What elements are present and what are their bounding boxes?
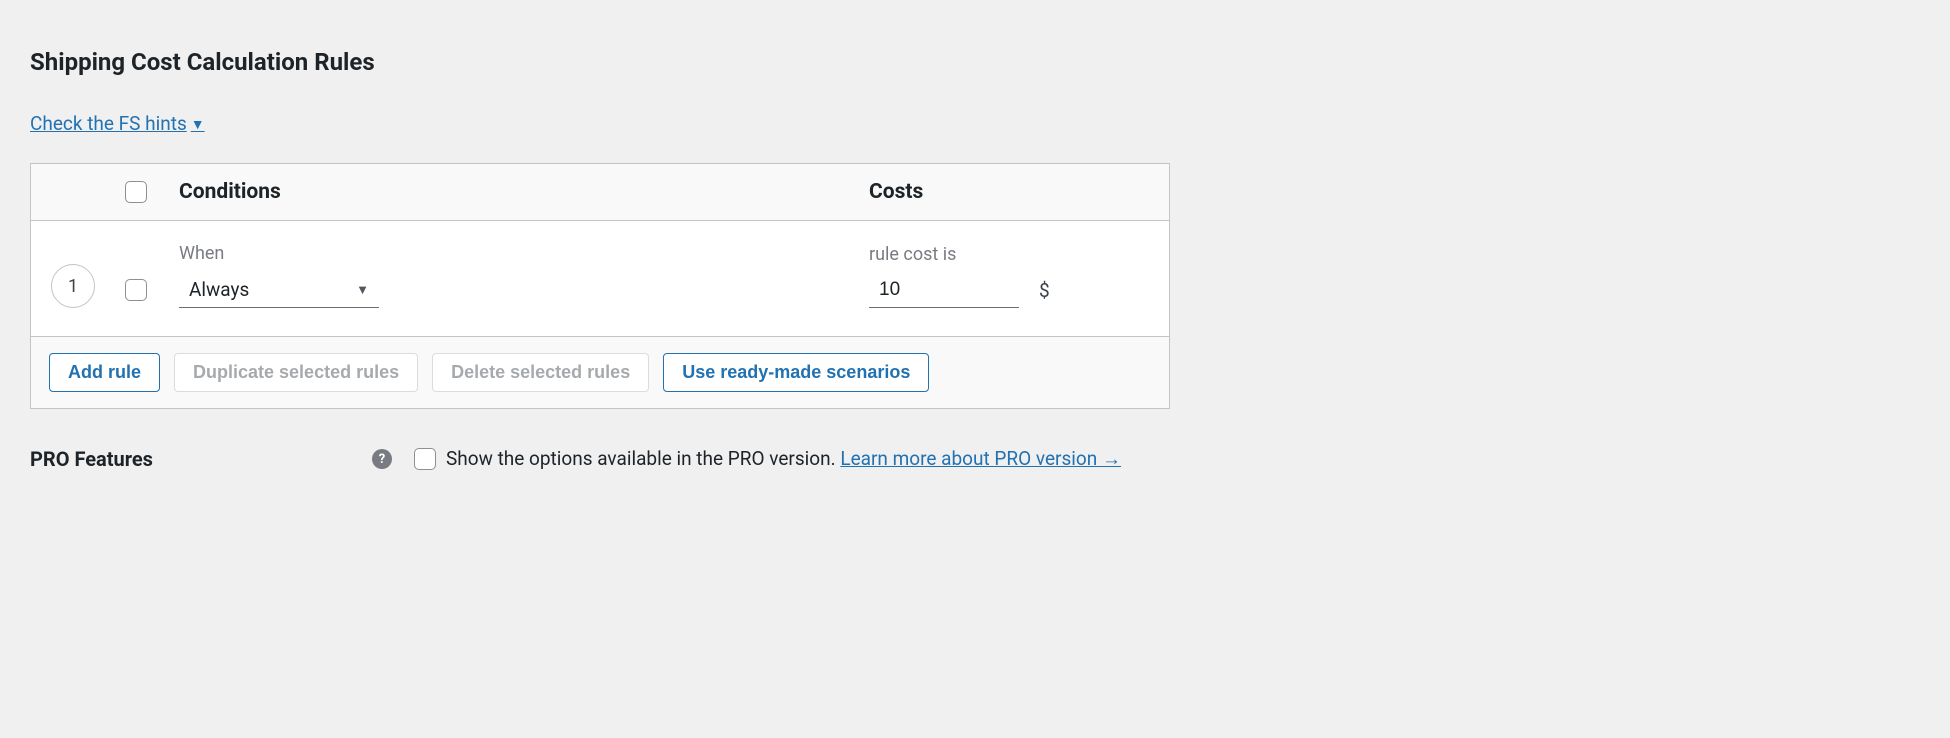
duplicate-rules-button[interactable]: Duplicate selected rules: [174, 353, 418, 392]
conditions-header: Conditions: [179, 180, 869, 204]
rule-select-checkbox[interactable]: [125, 279, 147, 301]
help-icon[interactable]: ?: [372, 449, 392, 469]
chevron-down-icon: ▼: [356, 282, 369, 298]
fs-hints-link[interactable]: Check the FS hints▼: [30, 112, 205, 135]
section-title: Shipping Cost Calculation Rules: [30, 48, 1920, 76]
table-row: 1 When Always ▼ rule cost is $: [31, 243, 1169, 308]
pro-learn-more-link[interactable]: Learn more about PRO version →: [840, 447, 1121, 470]
delete-rules-button[interactable]: Delete selected rules: [432, 353, 649, 392]
pro-features-row: PRO Features ? Show the options availabl…: [30, 445, 1920, 473]
rules-table-body: 1 When Always ▼ rule cost is $: [31, 221, 1169, 336]
when-label: When: [179, 243, 869, 264]
chevron-down-icon: ▼: [191, 117, 205, 133]
condition-select[interactable]: Always ▼: [179, 274, 379, 308]
use-scenarios-button[interactable]: Use ready-made scenarios: [663, 353, 929, 392]
add-rule-button[interactable]: Add rule: [49, 353, 160, 392]
cost-label: rule cost is: [869, 244, 1169, 265]
rules-table-header: Conditions Costs: [31, 164, 1169, 221]
rule-number: 1: [51, 264, 95, 308]
pro-checkbox-text: Show the options available in the PRO ve…: [446, 447, 836, 470]
currency-symbol: $: [1039, 279, 1050, 308]
fs-hints-link-text: Check the FS hints: [30, 112, 187, 135]
pro-options-checkbox[interactable]: [414, 448, 436, 470]
select-all-checkbox[interactable]: [125, 181, 147, 203]
cost-input[interactable]: [869, 275, 1019, 308]
pro-features-label: PRO Features: [30, 447, 372, 471]
costs-header: Costs: [869, 180, 1169, 204]
condition-value: Always: [189, 278, 249, 301]
rules-table-footer: Add rule Duplicate selected rules Delete…: [31, 336, 1169, 408]
rules-table: Conditions Costs 1 When Always ▼: [30, 163, 1170, 409]
